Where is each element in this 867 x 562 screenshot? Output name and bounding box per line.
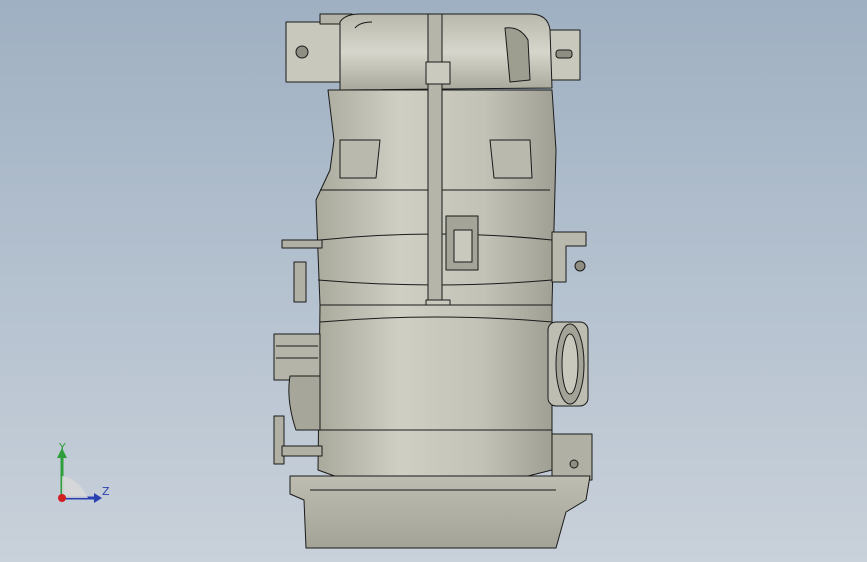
- divider-latch: [445, 215, 479, 271]
- left-pipe-stub: [281, 239, 323, 303]
- origin-dot: [58, 494, 66, 502]
- right-side-fitting: [551, 231, 587, 283]
- graphics-viewport[interactable]: Y Z: [0, 0, 867, 562]
- y-axis-label: Y: [59, 441, 66, 454]
- main-case-lower: [317, 304, 553, 479]
- right-round-outlet: [547, 321, 589, 407]
- reference-triad: Y Z: [40, 440, 120, 510]
- cad-model-hvac-housing[interactable]: [0, 0, 867, 562]
- lower-right-bracket: [551, 433, 593, 481]
- bottom-drain-tray: [289, 475, 591, 549]
- triad-axes: [57, 448, 102, 503]
- z-axis-label: Z: [102, 485, 110, 498]
